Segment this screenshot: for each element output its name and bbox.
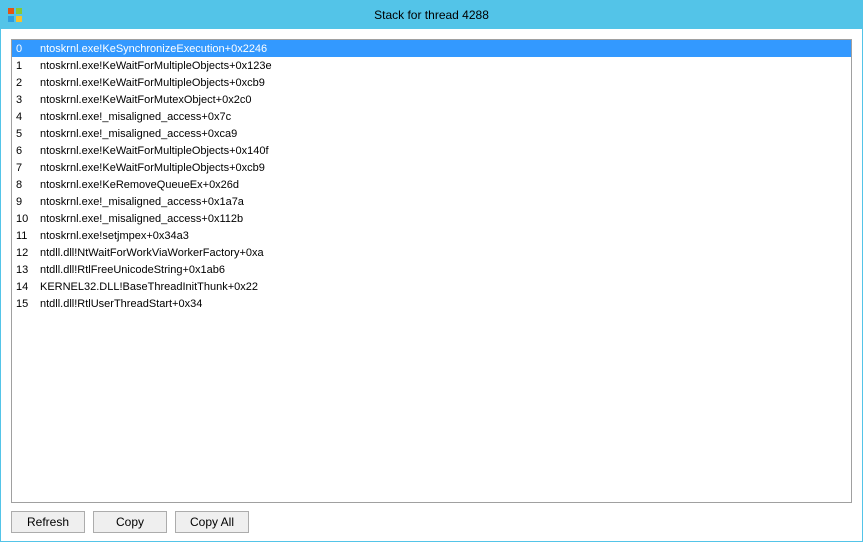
stack-index: 2	[12, 74, 36, 91]
stack-symbol: ntoskrnl.exe!KeSynchronizeExecution+0x22…	[36, 40, 851, 57]
stack-symbol: ntoskrnl.exe!KeWaitForMultipleObjects+0x…	[36, 74, 851, 91]
stack-row[interactable]: 6ntoskrnl.exe!KeWaitForMultipleObjects+0…	[12, 142, 851, 159]
stack-symbol: ntdll.dll!RtlUserThreadStart+0x34	[36, 295, 851, 312]
stack-index: 11	[12, 227, 36, 244]
stack-row[interactable]: 10ntoskrnl.exe!_misaligned_access+0x112b	[12, 210, 851, 227]
stack-row[interactable]: 12ntdll.dll!NtWaitForWorkViaWorkerFactor…	[12, 244, 851, 261]
stack-row[interactable]: 1ntoskrnl.exe!KeWaitForMultipleObjects+0…	[12, 57, 851, 74]
stack-symbol: ntoskrnl.exe!_misaligned_access+0xca9	[36, 125, 851, 142]
stack-row[interactable]: 7ntoskrnl.exe!KeWaitForMultipleObjects+0…	[12, 159, 851, 176]
stack-index: 9	[12, 193, 36, 210]
stack-listview[interactable]: 0ntoskrnl.exe!KeSynchronizeExecution+0x2…	[11, 39, 852, 503]
stack-symbol: ntoskrnl.exe!setjmpex+0x34a3	[36, 227, 851, 244]
stack-index: 14	[12, 278, 36, 295]
stack-symbol: ntoskrnl.exe!_misaligned_access+0x112b	[36, 210, 851, 227]
stack-symbol: ntoskrnl.exe!KeWaitForMultipleObjects+0x…	[36, 159, 851, 176]
stack-row[interactable]: 4ntoskrnl.exe!_misaligned_access+0x7c	[12, 108, 851, 125]
stack-row[interactable]: 9ntoskrnl.exe!_misaligned_access+0x1a7a	[12, 193, 851, 210]
app-icon	[7, 7, 23, 23]
stack-symbol: ntoskrnl.exe!KeRemoveQueueEx+0x26d	[36, 176, 851, 193]
stack-index: 10	[12, 210, 36, 227]
copy-all-button[interactable]: Copy All	[175, 511, 249, 533]
stack-window: Stack for thread 4288 0ntoskrnl.exe!KeSy…	[0, 0, 863, 542]
stack-index: 3	[12, 91, 36, 108]
stack-row[interactable]: 13ntdll.dll!RtlFreeUnicodeString+0x1ab6	[12, 261, 851, 278]
stack-index: 4	[12, 108, 36, 125]
content-area: 0ntoskrnl.exe!KeSynchronizeExecution+0x2…	[1, 29, 862, 541]
copy-button[interactable]: Copy	[93, 511, 167, 533]
stack-index: 12	[12, 244, 36, 261]
titlebar[interactable]: Stack for thread 4288	[1, 1, 862, 29]
stack-index: 13	[12, 261, 36, 278]
stack-index: 7	[12, 159, 36, 176]
button-bar: Refresh Copy Copy All	[11, 503, 852, 533]
stack-row[interactable]: 0ntoskrnl.exe!KeSynchronizeExecution+0x2…	[12, 40, 851, 57]
stack-symbol: ntoskrnl.exe!KeWaitForMultipleObjects+0x…	[36, 57, 851, 74]
stack-row[interactable]: 5ntoskrnl.exe!_misaligned_access+0xca9	[12, 125, 851, 142]
stack-row[interactable]: 2ntoskrnl.exe!KeWaitForMultipleObjects+0…	[12, 74, 851, 91]
stack-symbol: KERNEL32.DLL!BaseThreadInitThunk+0x22	[36, 278, 851, 295]
stack-index: 8	[12, 176, 36, 193]
stack-row[interactable]: 8ntoskrnl.exe!KeRemoveQueueEx+0x26d	[12, 176, 851, 193]
stack-row[interactable]: 15ntdll.dll!RtlUserThreadStart+0x34	[12, 295, 851, 312]
stack-symbol: ntdll.dll!RtlFreeUnicodeString+0x1ab6	[36, 261, 851, 278]
stack-index: 6	[12, 142, 36, 159]
stack-index: 5	[12, 125, 36, 142]
stack-index: 0	[12, 40, 36, 57]
stack-index: 1	[12, 57, 36, 74]
stack-row[interactable]: 14KERNEL32.DLL!BaseThreadInitThunk+0x22	[12, 278, 851, 295]
window-title: Stack for thread 4288	[374, 8, 489, 22]
stack-index: 15	[12, 295, 36, 312]
stack-symbol: ntoskrnl.exe!_misaligned_access+0x1a7a	[36, 193, 851, 210]
stack-symbol: ntoskrnl.exe!_misaligned_access+0x7c	[36, 108, 851, 125]
stack-symbol: ntdll.dll!NtWaitForWorkViaWorkerFactory+…	[36, 244, 851, 261]
stack-symbol: ntoskrnl.exe!KeWaitForMultipleObjects+0x…	[36, 142, 851, 159]
stack-symbol: ntoskrnl.exe!KeWaitForMutexObject+0x2c0	[36, 91, 851, 108]
stack-row[interactable]: 11ntoskrnl.exe!setjmpex+0x34a3	[12, 227, 851, 244]
refresh-button[interactable]: Refresh	[11, 511, 85, 533]
stack-table: 0ntoskrnl.exe!KeSynchronizeExecution+0x2…	[12, 40, 851, 312]
stack-row[interactable]: 3ntoskrnl.exe!KeWaitForMutexObject+0x2c0	[12, 91, 851, 108]
